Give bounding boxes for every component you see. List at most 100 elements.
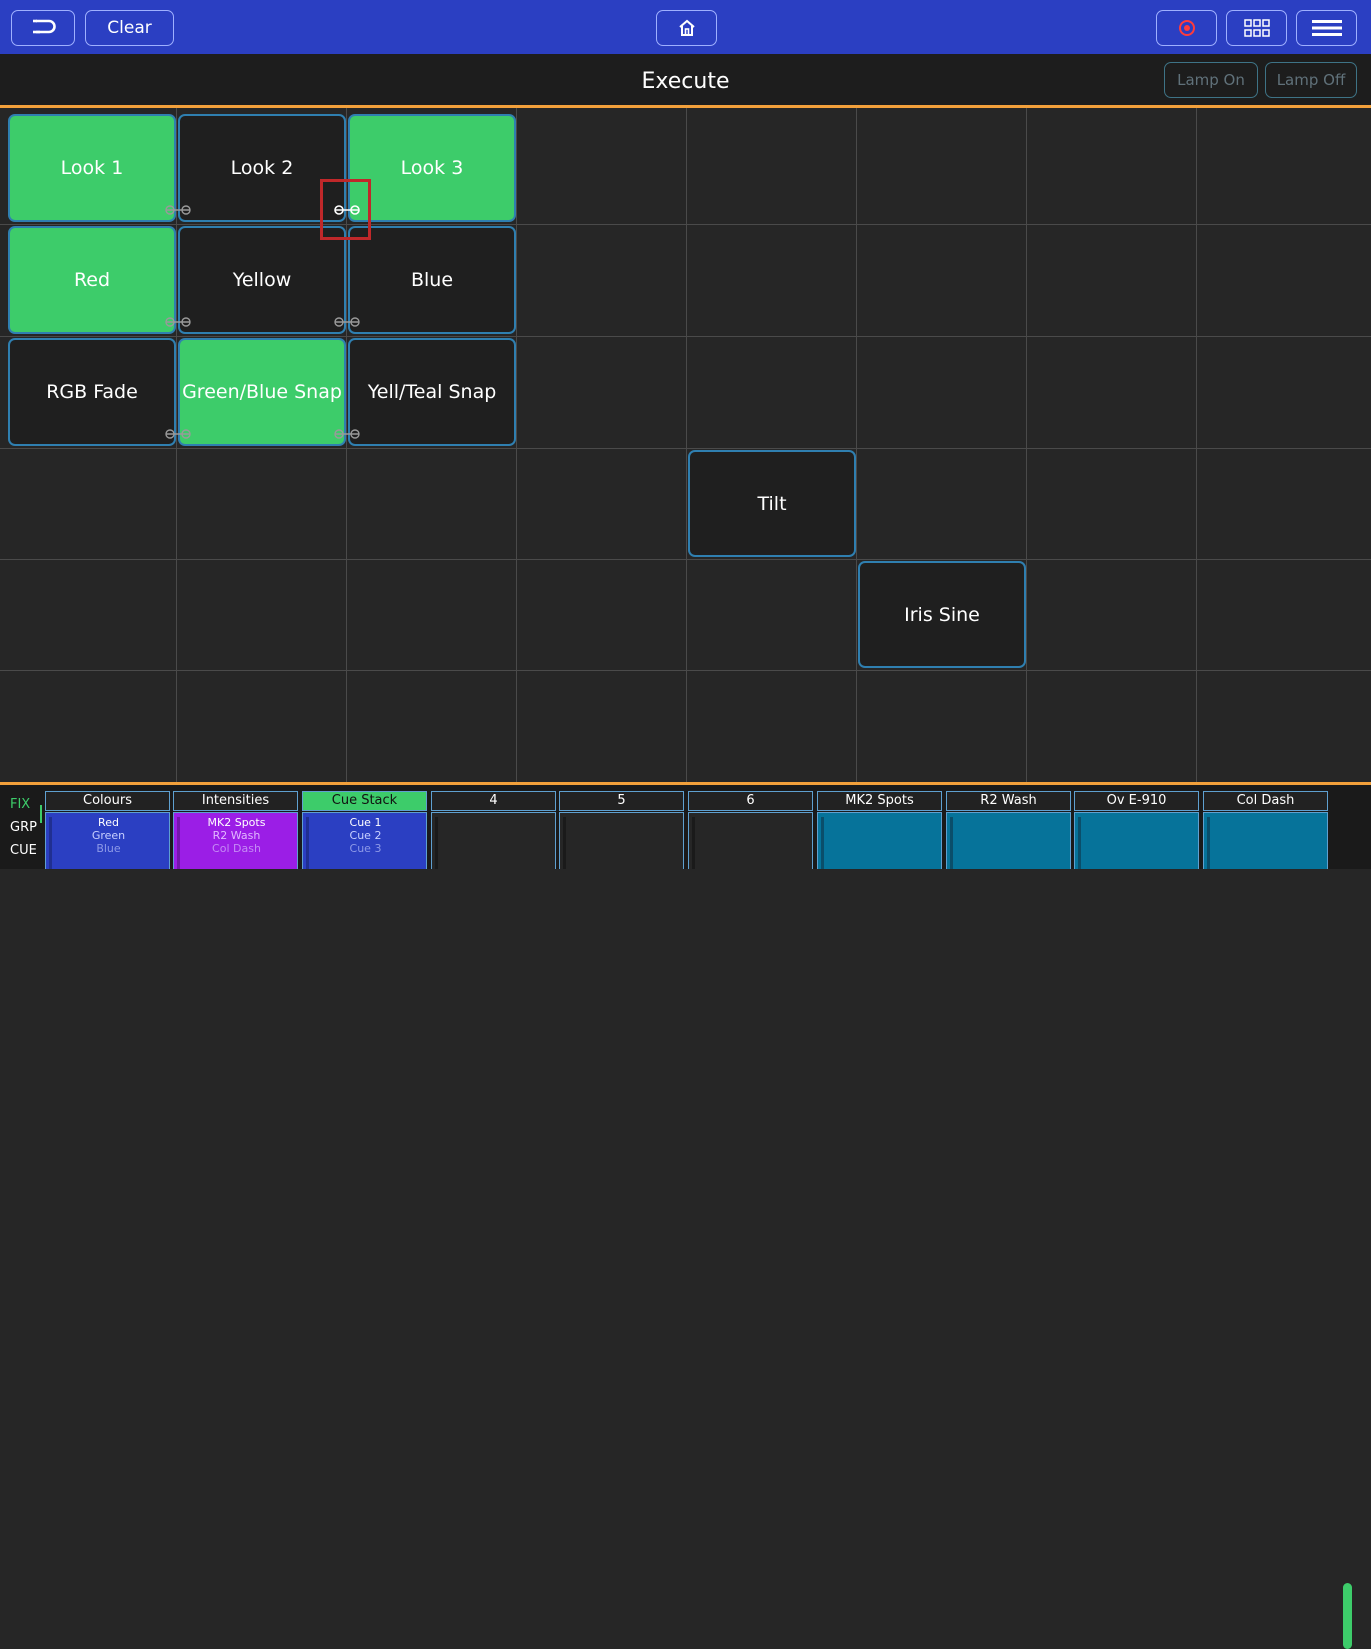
playback-10[interactable]: Col Dash <box>1203 791 1328 869</box>
playback-body[interactable]: MK2 Spots R2 Wash Col Dash <box>173 812 298 869</box>
selection-highlight <box>320 179 371 240</box>
fader-track[interactable] <box>821 817 824 869</box>
playback-fill <box>818 813 941 869</box>
lamp-on-button[interactable]: Lamp On <box>1164 62 1258 98</box>
execute-cell-green-blue-snap[interactable]: Green/Blue Snap <box>178 338 346 446</box>
status-indicator <box>1343 1583 1352 1649</box>
playback-4[interactable]: 4 <box>431 791 556 869</box>
playback-title: 5 <box>559 791 684 811</box>
grid-line <box>0 224 1371 225</box>
playback-5[interactable]: 5 <box>559 791 684 869</box>
playback-line: Green <box>91 829 126 842</box>
back-button[interactable] <box>11 10 75 46</box>
cell-label: Red <box>73 269 111 291</box>
clear-button[interactable]: Clear <box>85 10 174 46</box>
playback-list: Colours Red Green Blue Intensities MK2 Spots R… <box>0 785 1371 869</box>
execute-cell-tilt[interactable]: Tilt <box>688 450 856 557</box>
playback-title: MK2 Spots <box>817 791 942 811</box>
playback-fill <box>947 813 1070 869</box>
record-button[interactable] <box>1156 10 1217 46</box>
title-bar: Execute Lamp On Lamp Off <box>0 54 1371 105</box>
hamburger-menu-icon <box>1311 19 1342 37</box>
execute-cell-rgb-fade[interactable]: RGB Fade <box>8 338 176 446</box>
top-toolbar: Clear <box>0 0 1371 54</box>
link-chain-icon[interactable] <box>164 316 192 328</box>
playback-2[interactable]: Intensities MK2 Spots R2 Wash Col Dash <box>173 791 298 869</box>
playback-1[interactable]: Colours Red Green Blue <box>45 791 170 869</box>
grid-line <box>0 448 1371 449</box>
lamp-off-button[interactable]: Lamp Off <box>1265 62 1357 98</box>
playback-body[interactable] <box>1203 812 1328 869</box>
cell-label: Green/Blue Snap <box>182 381 342 403</box>
playback-line: R2 Wash <box>212 829 261 842</box>
playback-line: Red <box>98 816 119 829</box>
grid-view-icon <box>1243 19 1270 37</box>
playback-body[interactable] <box>431 812 556 869</box>
cell-label: Look 2 <box>230 157 294 179</box>
cell-label: Iris Sine <box>904 603 980 626</box>
playback-3[interactable]: Cue Stack Cue 1 Cue 2 Cue 3 <box>302 791 427 869</box>
execute-cell-iris-sine[interactable]: Iris Sine <box>858 561 1026 668</box>
cell-label: Blue <box>410 269 454 291</box>
playback-title: R2 Wash <box>946 791 1071 811</box>
fader-track[interactable] <box>950 817 953 869</box>
grid-line <box>516 108 517 782</box>
record-icon <box>1178 19 1196 37</box>
playback-body[interactable] <box>1074 812 1199 869</box>
playback-body[interactable] <box>946 812 1071 869</box>
playback-line: MK2 Spots <box>207 816 266 829</box>
clear-button-label: Clear <box>107 18 152 38</box>
playback-title: Cue Stack <box>302 791 427 811</box>
playback-fill <box>1075 813 1198 869</box>
fader-track[interactable] <box>435 817 438 869</box>
playback-line: Cue 1 <box>349 816 382 829</box>
playback-line: Blue <box>96 842 121 855</box>
cell-label: Yell/Teal Snap <box>367 381 497 403</box>
home-icon <box>677 18 697 38</box>
grid-line <box>0 336 1371 337</box>
fader-track[interactable] <box>563 817 566 869</box>
execute-cell-blue[interactable]: Blue <box>348 226 516 334</box>
playback-body[interactable]: Red Green Blue <box>45 812 170 869</box>
return-arrow-icon <box>30 18 56 38</box>
home-button[interactable] <box>656 10 717 46</box>
link-chain-icon[interactable] <box>164 428 192 440</box>
fader-track[interactable] <box>1078 817 1081 869</box>
grid-line <box>1196 108 1197 782</box>
playback-title: 6 <box>688 791 813 811</box>
fader-track[interactable] <box>692 817 695 869</box>
playback-body[interactable]: Cue 1 Cue 2 Cue 3 <box>302 812 427 869</box>
cell-label: Tilt <box>757 492 787 515</box>
playback-fill <box>1204 813 1327 869</box>
execute-cell-red[interactable]: Red <box>8 226 176 334</box>
link-chain-icon[interactable] <box>333 428 361 440</box>
grid-line <box>0 559 1371 560</box>
playback-title: Colours <box>45 791 170 811</box>
execute-cell-look-3[interactable]: Look 3 <box>348 114 516 222</box>
playback-body[interactable] <box>817 812 942 869</box>
menu-button[interactable] <box>1296 10 1357 46</box>
link-chain-icon[interactable] <box>333 316 361 328</box>
cell-label: Look 3 <box>400 157 464 179</box>
playback-line: Col Dash <box>212 842 261 855</box>
grid-line <box>0 670 1371 671</box>
playback-line: Cue 2 <box>349 829 382 842</box>
grid-line <box>686 108 687 782</box>
playback-8[interactable]: R2 Wash <box>946 791 1071 869</box>
playback-6[interactable]: 6 <box>688 791 813 869</box>
playback-title: Ov E-910 <box>1074 791 1199 811</box>
playback-body[interactable] <box>559 812 684 869</box>
cell-label: RGB Fade <box>46 381 138 403</box>
execute-cell-look-1[interactable]: Look 1 <box>8 114 176 222</box>
execute-cell-yell-teal-snap[interactable]: Yell/Teal Snap <box>348 338 516 446</box>
execute-cell-yellow[interactable]: Yellow <box>178 226 346 334</box>
link-chain-icon[interactable] <box>164 204 192 216</box>
playback-title: Intensities <box>173 791 298 811</box>
playback-9[interactable]: Ov E-910 <box>1074 791 1199 869</box>
fader-track[interactable] <box>1207 817 1210 869</box>
playback-body[interactable] <box>688 812 813 869</box>
grid-view-button[interactable] <box>1226 10 1287 46</box>
playback-line: Cue 3 <box>349 842 382 855</box>
playback-7[interactable]: MK2 Spots <box>817 791 942 869</box>
grid-line <box>856 108 857 782</box>
